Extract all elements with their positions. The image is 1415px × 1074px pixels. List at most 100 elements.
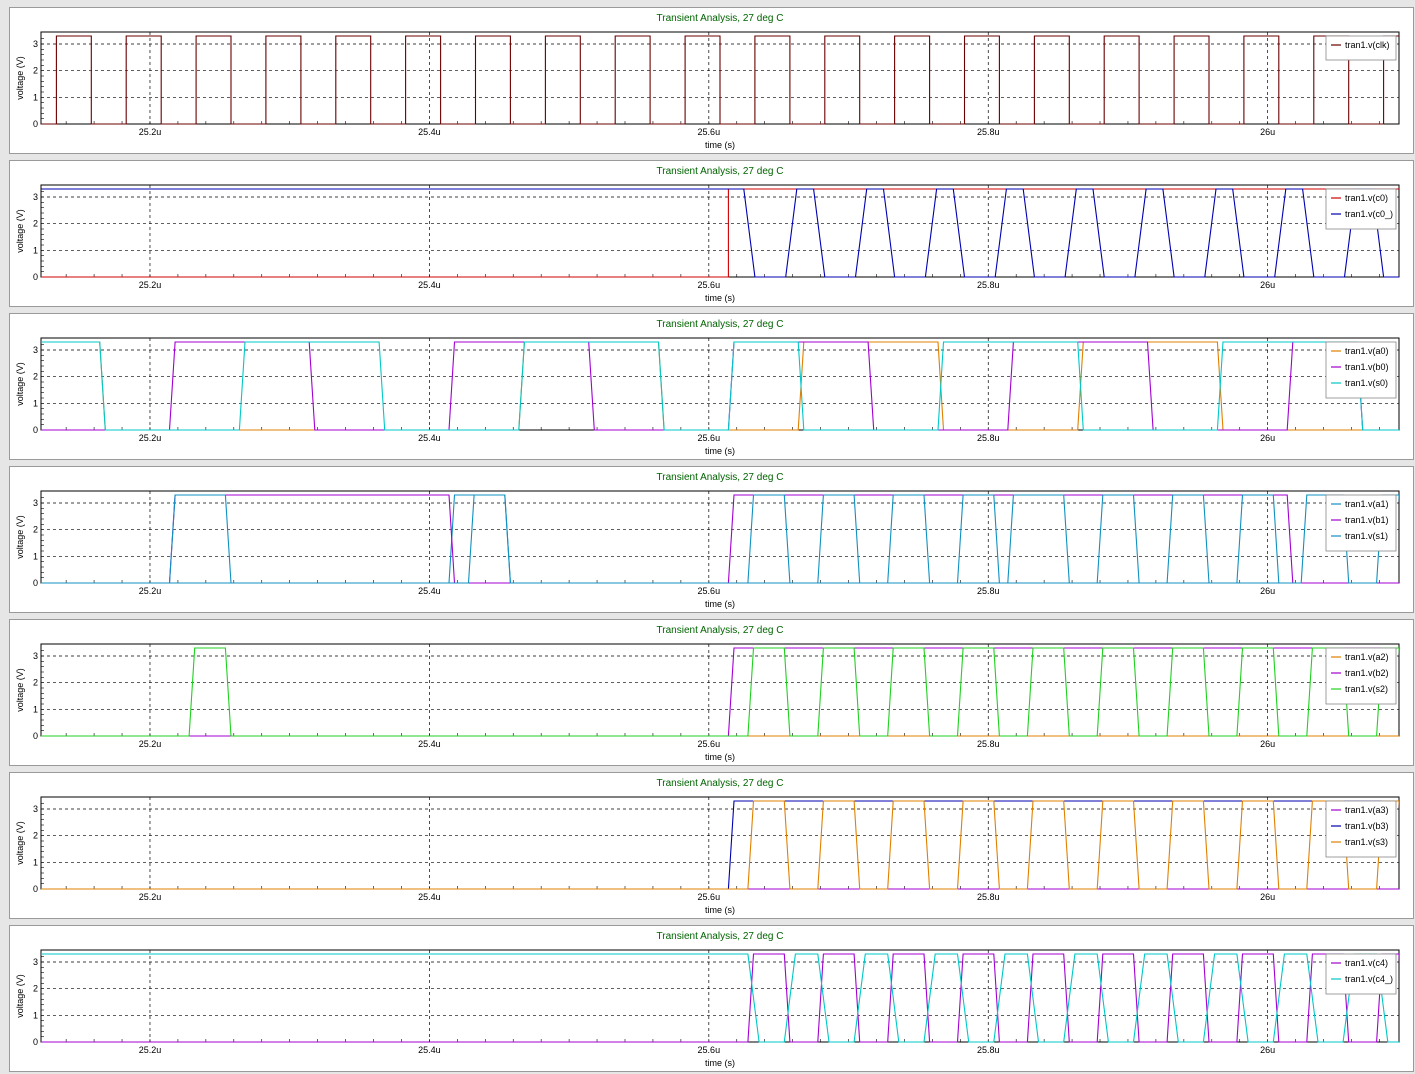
x-tick-label: 26u bbox=[1260, 586, 1275, 596]
x-tick-label: 25.6u bbox=[698, 1045, 721, 1055]
x-tick-label: 25.4u bbox=[418, 280, 441, 290]
chart-title: Transient Analysis, 27 deg C bbox=[657, 931, 784, 942]
y-tick-label: 3 bbox=[33, 192, 38, 202]
chart-title: Transient Analysis, 27 deg C bbox=[657, 319, 784, 330]
x-tick-label: 25.6u bbox=[698, 892, 721, 902]
chart-panel-7: Transient Analysis, 27 deg C voltage (V) t… bbox=[9, 925, 1414, 1072]
y-tick-label: 3 bbox=[33, 498, 38, 508]
y-tick-label: 2 bbox=[33, 831, 38, 841]
x-tick-label: 25.6u bbox=[698, 127, 721, 137]
plot-area bbox=[40, 949, 1400, 1043]
x-tick-label: 25.2u bbox=[139, 586, 162, 596]
chart-title: Transient Analysis, 27 deg C bbox=[657, 472, 784, 483]
x-tick-label: 26u bbox=[1260, 892, 1275, 902]
chart-title: Transient Analysis, 27 deg C bbox=[657, 166, 784, 177]
x-tick-label: 25.8u bbox=[977, 127, 1000, 137]
y-tick-label: 2 bbox=[33, 66, 38, 76]
legend-entry: tran1.v(s1) bbox=[1345, 531, 1388, 541]
plot-area bbox=[40, 796, 1400, 890]
y-tick-label: 1 bbox=[33, 92, 38, 102]
x-axis-label: time (s) bbox=[705, 140, 735, 150]
chart-title: Transient Analysis, 27 deg C bbox=[657, 625, 784, 636]
x-tick-label: 25.2u bbox=[139, 280, 162, 290]
x-tick-label: 25.8u bbox=[977, 892, 1000, 902]
legend-entry: tran1.v(b3) bbox=[1345, 821, 1389, 831]
x-tick-label: 26u bbox=[1260, 1045, 1275, 1055]
legend-entry: tran1.v(a3) bbox=[1345, 805, 1389, 815]
legend-entry: tran1.v(clk) bbox=[1345, 40, 1390, 50]
x-tick-label: 25.2u bbox=[139, 433, 162, 443]
y-tick-label: 3 bbox=[33, 957, 38, 967]
x-tick-label: 26u bbox=[1260, 739, 1275, 749]
legend-entry: tran1.v(b0) bbox=[1345, 362, 1389, 372]
plot-area bbox=[40, 643, 1400, 737]
x-tick-label: 25.2u bbox=[139, 739, 162, 749]
y-axis-label: voltage (V) bbox=[15, 56, 25, 100]
legend-entry: tran1.v(a1) bbox=[1345, 499, 1389, 509]
x-tick-label: 25.6u bbox=[698, 586, 721, 596]
x-tick-label: 25.2u bbox=[139, 892, 162, 902]
chart-title: Transient Analysis, 27 deg C bbox=[657, 13, 784, 24]
x-tick-label: 25.2u bbox=[139, 1045, 162, 1055]
y-axis-label: voltage (V) bbox=[15, 362, 25, 406]
x-tick-label: 25.8u bbox=[977, 433, 1000, 443]
y-tick-label: 3 bbox=[33, 804, 38, 814]
chart-panel-1: Transient Analysis, 27 deg C voltage (V) t… bbox=[9, 7, 1414, 154]
legend: tran1.v(a1) tran1.v(b1) tran1.v(s1) bbox=[1325, 494, 1397, 552]
x-axis-label: time (s) bbox=[705, 905, 735, 915]
chart-panel-3: Transient Analysis, 27 deg C voltage (V) t… bbox=[9, 313, 1414, 460]
x-tick-label: 25.6u bbox=[698, 280, 721, 290]
x-tick-label: 25.4u bbox=[418, 433, 441, 443]
legend-entry: tran1.v(b1) bbox=[1345, 515, 1389, 525]
x-axis-label: time (s) bbox=[705, 599, 735, 609]
x-axis-label: time (s) bbox=[705, 446, 735, 456]
x-tick-label: 25.8u bbox=[977, 280, 1000, 290]
y-tick-label: 2 bbox=[33, 984, 38, 994]
y-tick-label: 1 bbox=[33, 398, 38, 408]
legend-entry: tran1.v(c4) bbox=[1345, 958, 1388, 968]
x-tick-label: 25.6u bbox=[698, 433, 721, 443]
x-tick-label: 25.4u bbox=[418, 739, 441, 749]
legend-entry: tran1.v(c4_) bbox=[1345, 974, 1393, 984]
legend-entry: tran1.v(a2) bbox=[1345, 652, 1389, 662]
x-tick-label: 26u bbox=[1260, 433, 1275, 443]
y-tick-label: 0 bbox=[33, 731, 38, 741]
x-tick-label: 25.4u bbox=[418, 1045, 441, 1055]
y-tick-label: 2 bbox=[33, 372, 38, 382]
y-tick-label: 1 bbox=[33, 245, 38, 255]
y-tick-label: 2 bbox=[33, 525, 38, 535]
y-tick-label: 2 bbox=[33, 219, 38, 229]
x-tick-label: 25.4u bbox=[418, 586, 441, 596]
y-tick-label: 0 bbox=[33, 272, 38, 282]
y-axis-label: voltage (V) bbox=[15, 974, 25, 1018]
y-tick-label: 0 bbox=[33, 119, 38, 129]
y-tick-label: 1 bbox=[33, 857, 38, 867]
y-axis-label: voltage (V) bbox=[15, 515, 25, 559]
y-axis-label: voltage (V) bbox=[15, 668, 25, 712]
legend: tran1.v(a2) tran1.v(b2) tran1.v(s2) bbox=[1325, 647, 1397, 705]
x-tick-label: 26u bbox=[1260, 127, 1275, 137]
legend: tran1.v(a0) tran1.v(b0) tran1.v(s0) bbox=[1325, 341, 1397, 399]
legend-entry: tran1.v(b2) bbox=[1345, 668, 1389, 678]
x-axis-label: time (s) bbox=[705, 293, 735, 303]
legend-entry: tran1.v(s3) bbox=[1345, 837, 1388, 847]
legend-entry: tran1.v(s0) bbox=[1345, 378, 1388, 388]
legend: tran1.v(c4) tran1.v(c4_) bbox=[1325, 953, 1397, 995]
x-tick-label: 25.6u bbox=[698, 739, 721, 749]
legend-entry: tran1.v(s2) bbox=[1345, 684, 1388, 694]
x-tick-label: 25.4u bbox=[418, 892, 441, 902]
legend-entry: tran1.v(a0) bbox=[1345, 346, 1389, 356]
y-axis-label: voltage (V) bbox=[15, 821, 25, 865]
y-tick-label: 1 bbox=[33, 704, 38, 714]
plot-area bbox=[40, 184, 1400, 278]
y-tick-label: 1 bbox=[33, 551, 38, 561]
x-tick-label: 25.8u bbox=[977, 739, 1000, 749]
chart-title: Transient Analysis, 27 deg C bbox=[657, 778, 784, 789]
legend: tran1.v(c0) tran1.v(c0_) bbox=[1325, 188, 1397, 230]
y-tick-label: 3 bbox=[33, 651, 38, 661]
legend-entry: tran1.v(c0_) bbox=[1345, 209, 1393, 219]
x-axis-label: time (s) bbox=[705, 752, 735, 762]
x-tick-label: 25.4u bbox=[418, 127, 441, 137]
y-tick-label: 3 bbox=[33, 39, 38, 49]
chart-panel-4: Transient Analysis, 27 deg C voltage (V) t… bbox=[9, 466, 1414, 613]
